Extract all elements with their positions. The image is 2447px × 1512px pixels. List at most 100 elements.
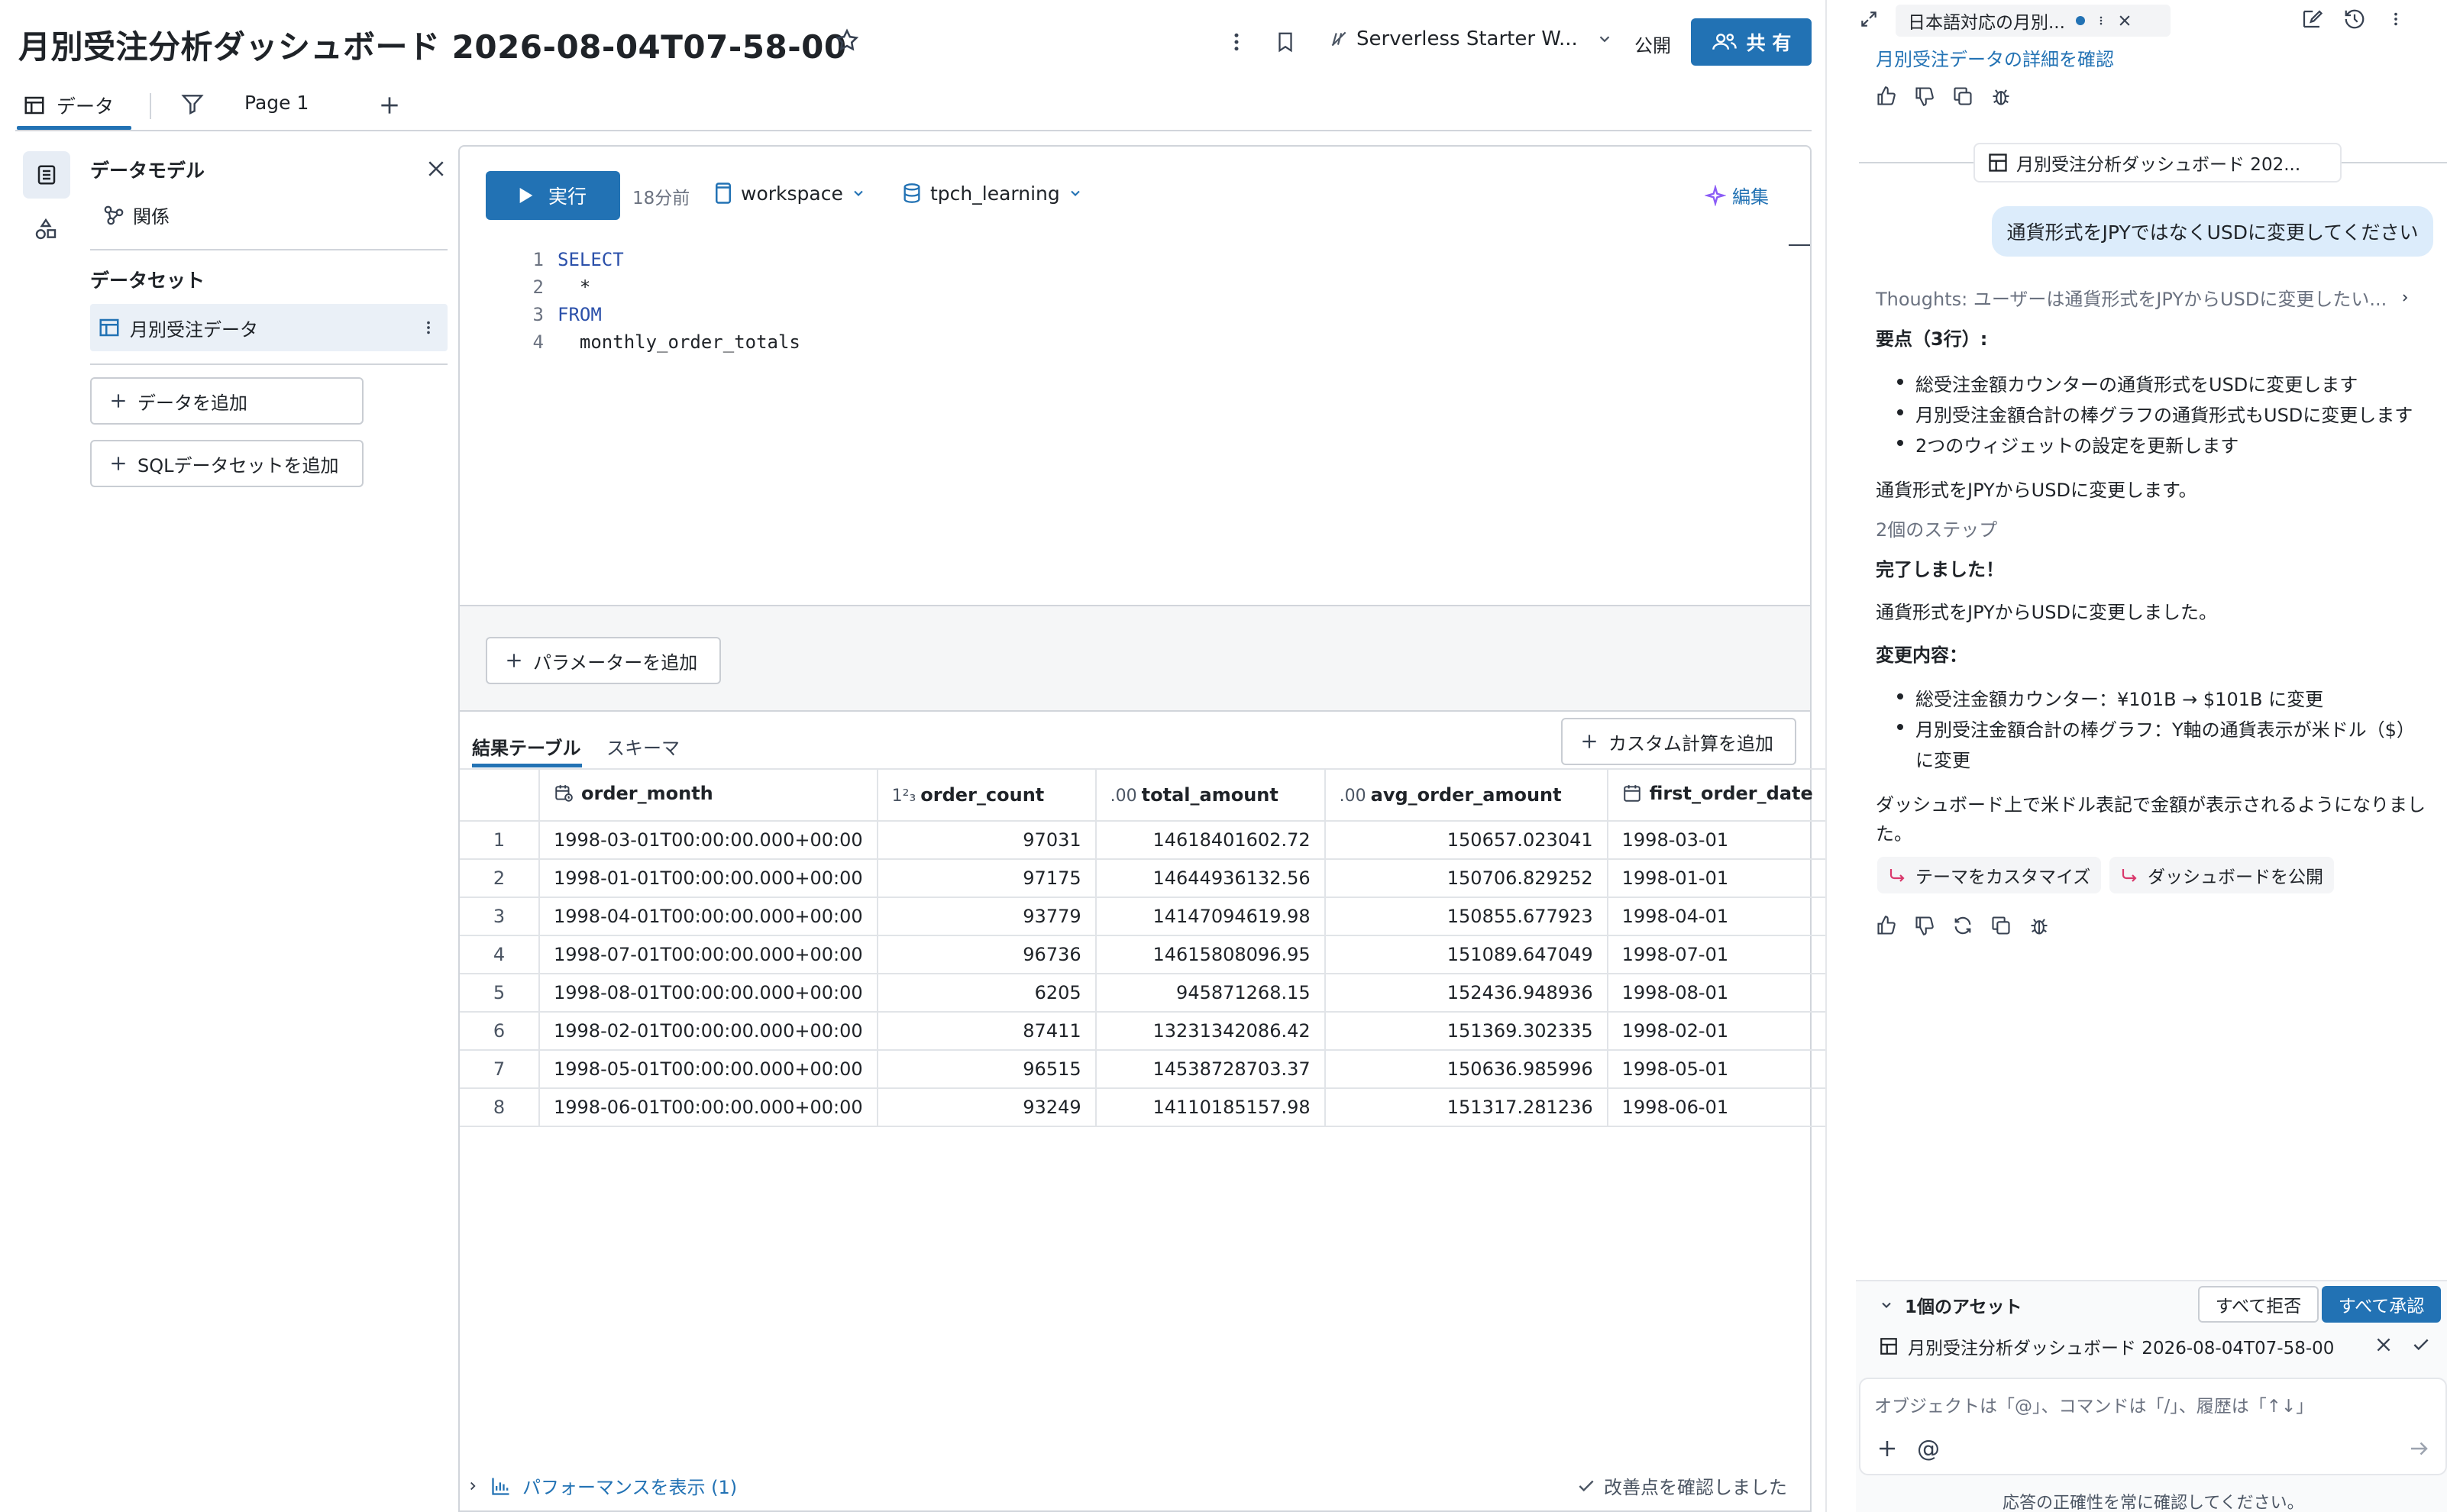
table-cell: 14615808096.95: [1095, 935, 1326, 974]
page-title: 月別受注分析ダッシュボード 2026-08-04T07-58-00: [18, 28, 847, 66]
dataset-kebab-icon[interactable]: [420, 317, 437, 338]
assets-toggle[interactable]: 1個のアセット: [1879, 1292, 2022, 1318]
add-custom-calc-button[interactable]: カスタム計算を追加: [1561, 718, 1796, 765]
warehouse-selector[interactable]: Serverless Starter W...: [1329, 27, 1613, 50]
tabs-divider: [15, 130, 1812, 131]
close-panel-icon[interactable]: [425, 157, 448, 180]
add-sql-dataset-button[interactable]: SQLデータセットを追加: [90, 440, 364, 487]
thumbs-up-icon[interactable]: [1876, 915, 1897, 936]
tab-results-table[interactable]: 結果テーブル: [472, 733, 581, 760]
history-icon[interactable]: [2343, 8, 2366, 31]
accept-asset-icon[interactable]: [2410, 1335, 2432, 1355]
add-page-icon[interactable]: [377, 93, 402, 118]
table-row[interactable]: 3 1998-04-01T00:00:00.000+00:00 93779 14147…: [460, 897, 1828, 936]
shapes-icon[interactable]: [34, 217, 58, 241]
datasets-title: データセット: [90, 270, 205, 292]
asset-item[interactable]: 月別受注分析ダッシュボード 2026-08-04T07-58-00: [1879, 1333, 2334, 1359]
table-row[interactable]: 8 1998-06-01T00:00:00.000+00:00 93249 14110…: [460, 1088, 1828, 1127]
share-button[interactable]: 共 有: [1691, 18, 1812, 66]
publish-dashboard-label: ダッシュボードを公開: [2148, 867, 2323, 887]
change-item: 月別受注金額合計の棒グラフ：Y軸の通貨表示が米ドル（$）: [1897, 715, 2415, 741]
table-cell: 1998-05-01: [1607, 1050, 1828, 1089]
header-order-month[interactable]: order_month: [539, 768, 878, 822]
customize-theme-button[interactable]: テーマをカスタマイズ: [1877, 857, 2102, 893]
send-arrow-icon[interactable]: [2407, 1437, 2430, 1460]
add-data-button[interactable]: データを追加: [90, 377, 364, 425]
bug-icon[interactable]: [1990, 86, 2012, 107]
bug-icon[interactable]: [2028, 915, 2050, 936]
assistant-tab-title: 日本語対応の月別...: [1908, 13, 2065, 33]
column-name: avg_order_amount: [1370, 784, 1562, 806]
table-row[interactable]: 4 1998-07-01T00:00:00.000+00:00 96736 14615…: [460, 935, 1828, 974]
relations-link[interactable]: 関係: [102, 202, 170, 228]
table-row[interactable]: 1 1998-03-01T00:00:00.000+00:00 97031 14618…: [460, 821, 1828, 860]
tab-data[interactable]: データ: [23, 92, 114, 119]
assistant-tab[interactable]: 日本語対応の月別...: [1896, 5, 2171, 37]
table-cell: 150636.985996: [1324, 1050, 1608, 1089]
active-tab-indicator: [472, 764, 582, 767]
tab-page-1[interactable]: Page 1: [244, 92, 309, 114]
code-text: *: [558, 276, 591, 298]
assistant-kebab-icon[interactable]: [2387, 8, 2404, 31]
filter-icon[interactable]: [180, 92, 205, 116]
expand-icon[interactable]: [1859, 9, 1879, 29]
regenerate-icon[interactable]: [1952, 915, 1973, 936]
tab-schema[interactable]: スキーマ: [606, 733, 680, 760]
new-chat-icon[interactable]: [2300, 8, 2323, 31]
chevron-down-icon: [1068, 186, 1083, 201]
table-cell: 87411: [877, 1012, 1097, 1051]
catalog-name: workspace: [741, 182, 843, 205]
favorite-star-icon[interactable]: [834, 27, 860, 53]
edit-label: 編集: [1732, 186, 1769, 208]
line-number: 3: [532, 304, 544, 325]
steps-label[interactable]: 2個のステップ: [1876, 515, 1997, 541]
code-line: 1 SELECT: [521, 246, 800, 273]
table-cell: 97175: [877, 859, 1097, 898]
publish-dashboard-button[interactable]: ダッシュボードを公開: [2109, 857, 2334, 893]
schema-selector[interactable]: tpch_learning: [901, 182, 1083, 205]
table-cell: 14538728703.37: [1095, 1050, 1326, 1089]
previous-message-link[interactable]: 月別受注データの詳細を確認: [1876, 44, 2114, 71]
catalog-selector[interactable]: workspace: [713, 182, 866, 205]
performance-label: パフォーマンスを表示 (1): [522, 1477, 738, 1498]
table-row[interactable]: 5 1998-08-01T00:00:00.000+00:00 6205 945871…: [460, 974, 1828, 1013]
copy-icon[interactable]: [1990, 915, 2012, 936]
publish-button[interactable]: 公開: [1634, 31, 1671, 57]
thumbs-down-icon[interactable]: [1914, 915, 1935, 936]
line-number: 2: [532, 276, 544, 298]
mention-icon[interactable]: @: [1917, 1436, 1940, 1462]
row-index: 5: [460, 974, 540, 1013]
dashboard-reference-chip[interactable]: 月別受注分析ダッシュボード 202...: [1973, 143, 2342, 183]
table-row[interactable]: 6 1998-02-01T00:00:00.000+00:00 87411 13231…: [460, 1012, 1828, 1051]
table-row[interactable]: 7 1998-05-01T00:00:00.000+00:00 96515 14538…: [460, 1050, 1828, 1089]
bookmark-icon[interactable]: [1274, 29, 1297, 55]
chevron-right-icon: [2399, 290, 2411, 305]
thoughts-toggle[interactable]: Thoughts: ユーザーは通貨形式をJPYからUSDに変更したい...: [1876, 284, 2411, 311]
show-performance-toggle[interactable]: パフォーマンスを表示 (1): [466, 1472, 737, 1499]
header-avg-order-amount[interactable]: .00 avg_order_amount: [1324, 768, 1608, 822]
chat-input-placeholder: オブジェクトは「@」、コマンドは「/」、履歴は「↑↓」: [1874, 1397, 2314, 1417]
dataset-name: 月別受注データ: [130, 318, 258, 341]
table-row[interactable]: 2 1998-01-01T00:00:00.000+00:00 97175 14644…: [460, 859, 1828, 898]
copy-icon[interactable]: [1952, 86, 1973, 107]
reject-asset-icon[interactable]: [2374, 1335, 2394, 1355]
header-first-order-date[interactable]: first_order_date: [1607, 768, 1828, 822]
tab-kebab-icon[interactable]: [2096, 11, 2106, 30]
dataset-item[interactable]: 月別受注データ: [90, 304, 448, 351]
thumbs-down-icon[interactable]: [1914, 86, 1935, 107]
attach-plus-icon[interactable]: [1876, 1437, 1899, 1460]
run-button[interactable]: 実行: [486, 171, 620, 220]
ai-edit-button[interactable]: 編集: [1705, 182, 1769, 208]
kebab-menu-icon[interactable]: [1225, 29, 1248, 55]
add-parameter-button[interactable]: パラメーターを追加: [486, 637, 721, 684]
header-order-count[interactable]: 1²₃ order_count: [877, 768, 1097, 822]
table-cell: 151089.647049: [1324, 935, 1608, 974]
reject-all-button[interactable]: すべて拒否: [2198, 1286, 2319, 1323]
thumbs-up-icon[interactable]: [1876, 86, 1897, 107]
header-total-amount[interactable]: .00 total_amount: [1095, 768, 1326, 822]
sql-editor[interactable]: 1 SELECT 2 * 3 FROM 4 monthly_order_totals: [521, 246, 800, 356]
accept-all-button[interactable]: すべて承認: [2322, 1286, 2441, 1323]
arrow-return-icon: [2120, 866, 2138, 884]
close-tab-icon[interactable]: [2117, 13, 2132, 28]
data-model-rail-button[interactable]: [23, 151, 70, 199]
